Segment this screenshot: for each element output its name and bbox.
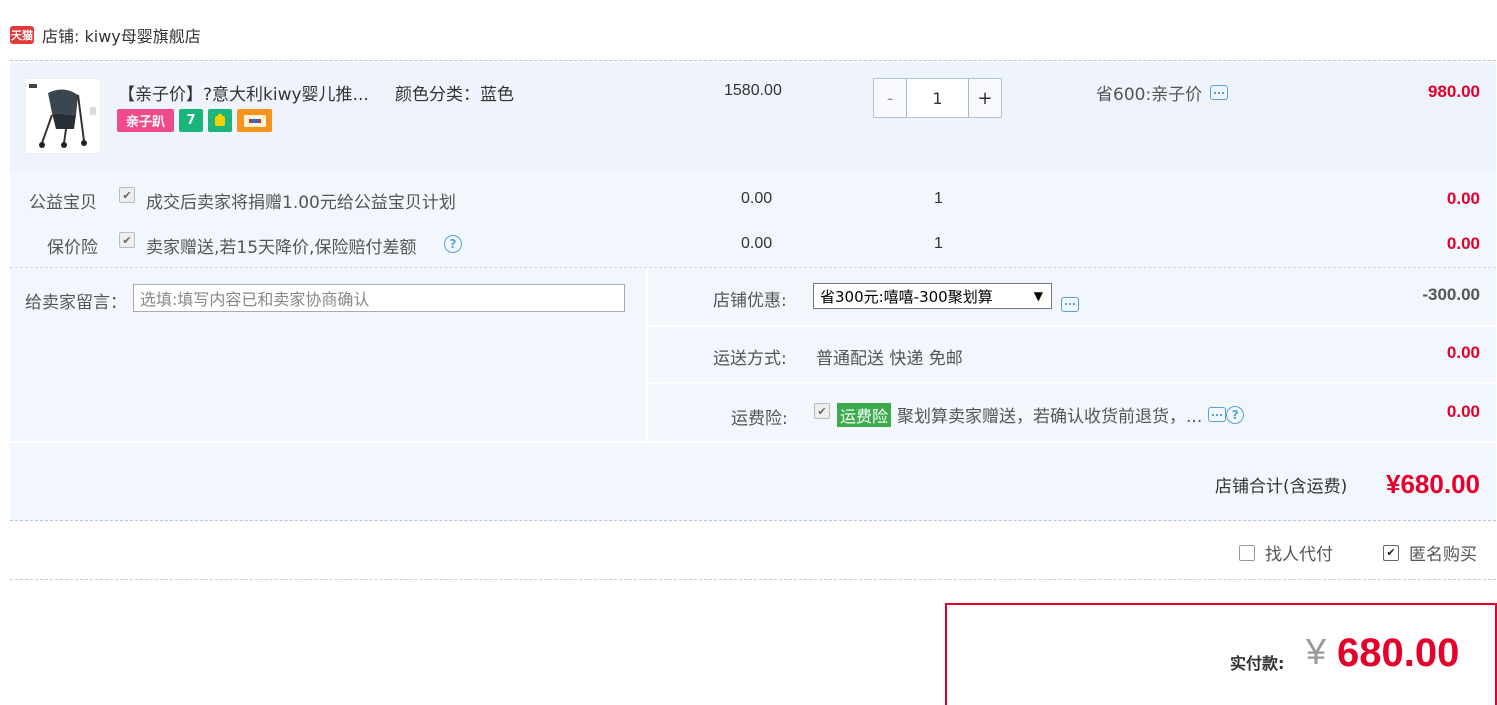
anonymous-purchase-checkbox[interactable]: ✔	[1383, 544, 1399, 561]
price-protection-checkbox[interactable]: ✔	[119, 232, 135, 248]
shipping-label: 运送方式:	[713, 349, 787, 369]
pay-for-me-label: 找人代付	[1265, 545, 1333, 565]
product-title[interactable]: 【亲子价】?意大利kiwy婴儿推...	[118, 80, 369, 105]
item-promo: 省600:亲子价	[1096, 80, 1229, 105]
price-protection-label: 保价险	[47, 238, 98, 258]
item-subtotal: 980.00	[1428, 82, 1480, 101]
quantity-increase-button[interactable]: +	[969, 79, 1001, 117]
shop-discount-label: 店铺优惠:	[713, 291, 787, 311]
product-badges: 亲子趴 7	[117, 109, 272, 132]
shipping-insurance-checkbox[interactable]: ✔	[814, 403, 830, 419]
price-protection-subtotal: 0.00	[1446, 234, 1480, 253]
payment-currency: ¥	[1306, 631, 1327, 672]
shipping-insurance-tag: 运费险	[837, 402, 892, 427]
shop-discount-select[interactable]: 省300元:嘻嘻-300聚划算 ▼	[813, 283, 1052, 309]
chat-icon[interactable]	[1208, 407, 1227, 422]
discount-chat	[1061, 290, 1079, 312]
shipping-method: 普通配送 快递 免邮	[816, 349, 963, 369]
shop-total-amount: ¥680.00	[1386, 469, 1480, 499]
divider	[648, 325, 1496, 327]
divider	[648, 382, 1496, 384]
unit-price: 1580.00	[724, 82, 782, 99]
seven-day-return-badge: 7	[179, 109, 203, 132]
charity-label: 公益宝贝	[29, 193, 97, 213]
quantity-input[interactable]: 1	[906, 79, 969, 117]
charity-text: 成交后卖家将捐赠1.00元给公益宝贝计划	[146, 193, 456, 213]
shop-discount-selected: 省300元:嘻嘻-300聚划算	[820, 287, 993, 306]
shop-total-label: 店铺合计(含运费)	[1215, 477, 1348, 497]
price-protection-price: 0.00	[741, 235, 773, 252]
message-input[interactable]: 选填:填写内容已和卖家协商确认	[133, 284, 625, 312]
tmall-logo-icon: 天猫	[10, 26, 34, 44]
chat-icon[interactable]	[1210, 85, 1229, 100]
card-payment-badge-icon	[237, 109, 272, 132]
divider	[10, 520, 1496, 521]
shop-name[interactable]: 店铺: kiwy母婴旗舰店	[42, 23, 201, 47]
divider	[10, 60, 1496, 61]
shop-header: 天猫 店铺: kiwy母婴旗舰店	[10, 18, 201, 52]
charity-checkbox[interactable]: ✔	[119, 187, 135, 203]
pay-for-me-option[interactable]: 找人代付	[1239, 540, 1333, 565]
parent-child-badge: 亲子趴	[117, 109, 174, 132]
shipping-insurance-label: 运费险:	[731, 409, 788, 429]
payment-amount: 680.00	[1337, 631, 1460, 675]
message-label: 给卖家留言：	[25, 293, 127, 313]
promo-text: 省600:亲子价	[1096, 85, 1203, 105]
shipping-amount: 0.00	[1446, 343, 1480, 362]
charity-qty: 1	[934, 190, 943, 207]
price-protection-qty: 1	[934, 235, 943, 252]
anonymous-purchase-option[interactable]: ✔ 匿名购买	[1383, 540, 1477, 565]
shipping-insurance-amount: 0.00	[1446, 402, 1480, 421]
shipping-insurance-text: 聚划算卖家赠送，若确认收货前退货，...	[897, 407, 1203, 427]
delivery-badge-icon	[208, 109, 232, 132]
product-sku: 颜色分类：蓝色	[395, 85, 514, 105]
divider	[10, 579, 1496, 580]
charity-subtotal: 0.00	[1446, 189, 1480, 208]
pay-for-me-checkbox[interactable]	[1239, 544, 1255, 561]
quantity-decrease-button[interactable]: -	[874, 79, 906, 117]
anonymous-purchase-label: 匿名购买	[1409, 545, 1477, 565]
shipping-insurance-row: 运费险 聚划算卖家赠送，若确认收货前退货，... ?	[837, 402, 1245, 427]
charity-price: 0.00	[741, 190, 773, 207]
chat-icon[interactable]	[1061, 296, 1079, 312]
help-icon[interactable]: ?	[444, 235, 462, 253]
chevron-down-icon: ▼	[1033, 289, 1043, 303]
price-protection-text: 卖家赠送,若15天降价,保险赔付差额	[146, 238, 417, 258]
shop-discount-amount: -300.00	[1422, 285, 1480, 304]
product-image[interactable]	[25, 78, 101, 154]
help-icon[interactable]: ?	[1226, 405, 1245, 424]
quantity-stepper: - 1 +	[873, 78, 1002, 118]
payment-label: 实付款:	[1230, 654, 1285, 673]
stroller-image	[29, 84, 96, 148]
